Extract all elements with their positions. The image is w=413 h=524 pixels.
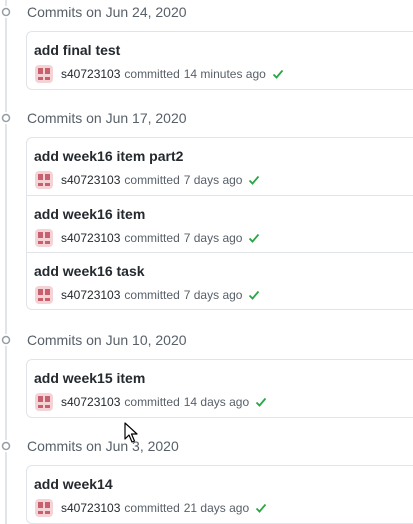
commit-group-header: Commits on Jun 24, 2020 [0,0,413,24]
commit-meta: s40723103 committed 7 days ago [35,229,260,247]
commit-group-date: Commits on Jun 24, 2020 [27,4,187,20]
commit-title-link[interactable]: add week16 item [34,206,145,222]
author-avatar[interactable] [35,393,53,411]
author-link[interactable]: s40723103 [61,173,120,187]
commit-list-box: add week16 item part2 s40723103 committe… [26,137,413,310]
author-link[interactable]: s40723103 [61,501,120,515]
commit-meta: s40723103 committed 21 days ago [35,499,267,517]
check-icon[interactable] [248,289,260,301]
check-icon[interactable] [255,502,267,514]
check-icon[interactable] [248,232,260,244]
author-link[interactable]: s40723103 [61,395,120,409]
commit-meta: s40723103 committed 14 minutes ago [35,65,284,83]
commit-list-box: add week15 item s40723103 committed 14 d… [26,359,413,418]
commit-group-header: Commits on Jun 17, 2020 [0,106,413,130]
commit-row: add week16 task s40723103 committed 7 da… [27,252,413,309]
commit-row: add final test s40723103 committed 14 mi… [27,32,413,89]
commit-meta: s40723103 committed 7 days ago [35,286,260,304]
git-commit-icon [0,6,12,18]
relative-time: 21 days ago [183,501,250,515]
committed-label: committed [124,395,180,409]
git-commit-icon [0,334,12,346]
committed-label: committed [124,173,180,187]
commit-title-link[interactable]: add week14 [34,476,113,492]
author-avatar[interactable] [35,229,53,247]
commit-row: add week15 item s40723103 committed 14 d… [27,360,413,417]
commit-row: add week16 item s40723103 committed 7 da… [27,195,413,252]
author-avatar[interactable] [35,499,53,517]
check-icon[interactable] [255,396,267,408]
commit-row: add week16 item part2 s40723103 committe… [27,138,413,195]
author-link[interactable]: s40723103 [61,231,120,245]
git-commit-icon [0,112,12,124]
committed-label: committed [124,231,180,245]
author-avatar[interactable] [35,286,53,304]
mouse-pointer-icon [124,422,138,443]
relative-time: 7 days ago [183,173,243,187]
author-avatar[interactable] [35,171,53,189]
committed-label: committed [124,501,180,515]
check-icon[interactable] [248,174,260,186]
author-link[interactable]: s40723103 [61,288,120,302]
relative-time: 14 minutes ago [183,67,266,81]
committed-label: committed [124,288,180,302]
author-link[interactable]: s40723103 [61,67,120,81]
commit-title-link[interactable]: add final test [34,42,120,58]
commit-meta: s40723103 committed 7 days ago [35,171,260,189]
commit-group-header: Commits on Jun 10, 2020 [0,328,413,352]
commit-group-date: Commits on Jun 17, 2020 [27,110,187,126]
commit-meta: s40723103 committed 14 days ago [35,393,267,411]
commit-list-box: add final test s40723103 committed 14 mi… [26,31,413,90]
commit-row: add week14 s40723103 committed 21 days a… [27,466,413,523]
commit-title-link[interactable]: add week16 item part2 [34,148,183,164]
relative-time: 7 days ago [183,231,243,245]
relative-time: 14 days ago [183,395,250,409]
committed-label: committed [124,67,180,81]
commit-title-link[interactable]: add week16 task [34,263,145,279]
author-avatar[interactable] [35,65,53,83]
commit-group-date: Commits on Jun 3, 2020 [27,438,179,454]
git-commit-icon [0,440,12,452]
commit-group-date: Commits on Jun 10, 2020 [27,332,187,348]
commit-title-link[interactable]: add week15 item [34,370,145,386]
relative-time: 7 days ago [183,288,243,302]
commit-list-box: add week14 s40723103 committed 21 days a… [26,465,413,524]
commit-group-header: Commits on Jun 3, 2020 [0,434,413,458]
check-icon[interactable] [272,68,284,80]
